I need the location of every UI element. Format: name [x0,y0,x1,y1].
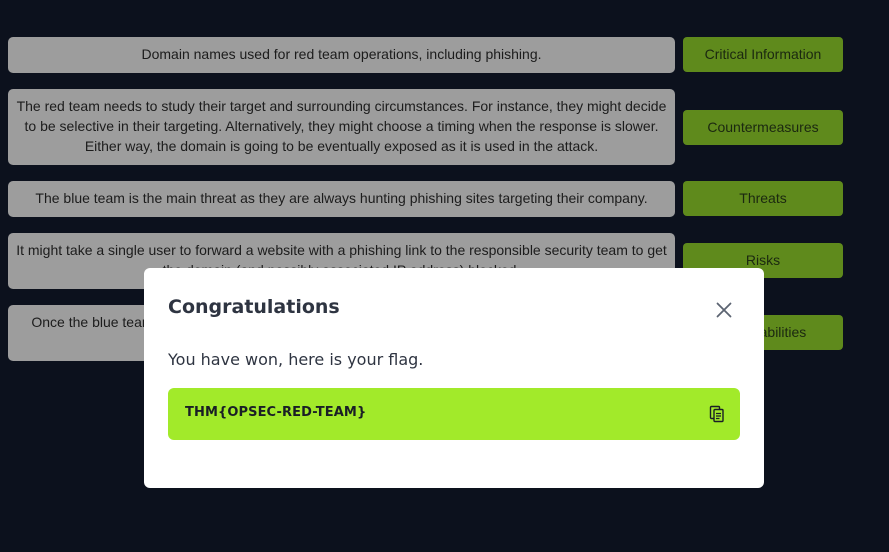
category-label: Risks [745,252,781,268]
flag-value[interactable]: THM{OPSEC-RED-TEAM} [185,405,366,420]
copy-icon [709,405,724,423]
close-button[interactable] [712,298,736,322]
category-button-critical-information[interactable]: Critical Information [683,37,843,72]
modal-title: Congratulations [168,296,340,318]
description-card[interactable]: The red team needs to study their target… [8,89,675,165]
flag-box: THM{OPSEC-RED-TEAM} [168,388,740,440]
category-label: Countermeasures [707,119,819,135]
matching-game: Domain names used for red team operation… [0,0,889,552]
description-card[interactable]: The blue team is the main threat as they… [8,181,675,217]
modal-message: You have won, here is your flag. [168,350,424,369]
description-text: Domain names used for red team operation… [141,46,542,62]
congratulations-modal: Congratulations You have won, here is yo… [144,268,764,488]
description-text: The red team needs to study their target… [16,98,667,154]
copy-flag-button[interactable] [708,405,726,423]
category-label: Critical Information [704,46,822,62]
category-label: Threats [739,190,787,206]
category-button-threats[interactable]: Threats [683,181,843,216]
category-button-countermeasures[interactable]: Countermeasures [683,110,843,145]
description-text: The blue team is the main threat as they… [35,190,648,206]
close-icon [716,302,732,318]
description-card[interactable]: Domain names used for red team operation… [8,37,675,73]
